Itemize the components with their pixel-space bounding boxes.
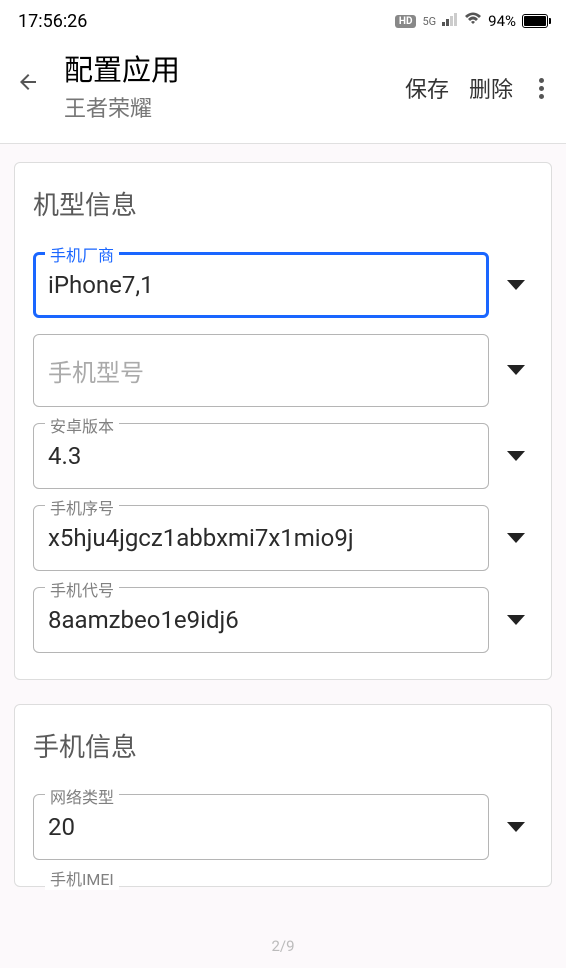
serial-label: 手机序号 xyxy=(45,495,119,519)
imei-label: 手机IMEI xyxy=(45,866,119,890)
save-button[interactable]: 保存 xyxy=(405,72,449,104)
wifi-icon xyxy=(464,12,482,30)
serial-dropdown-icon[interactable] xyxy=(507,533,525,543)
nettype-row: 网络类型 20 xyxy=(33,794,533,860)
codename-row: 手机代号 8aamzbeo1e9idj6 xyxy=(33,587,533,653)
page-title: 配置应用 xyxy=(64,54,405,89)
phone-info-title: 手机信息 xyxy=(33,727,533,764)
device-info-title: 机型信息 xyxy=(33,185,533,222)
vendor-label: 手机厂商 xyxy=(45,242,119,266)
nettype-dropdown-icon[interactable] xyxy=(507,822,525,832)
delete-button[interactable]: 删除 xyxy=(469,72,513,104)
page-subtitle: 王者荣耀 xyxy=(64,91,405,123)
vendor-row: 手机厂商 iPhone7,1 xyxy=(33,252,533,318)
signal-icon xyxy=(442,12,458,30)
battery-icon xyxy=(522,14,548,28)
codename-dropdown-icon[interactable] xyxy=(507,615,525,625)
page-indicator: 2/9 xyxy=(271,937,294,955)
vendor-dropdown-icon[interactable] xyxy=(507,280,525,290)
status-time: 17:56:26 xyxy=(18,11,87,32)
android-label: 安卓版本 xyxy=(45,413,119,437)
app-header: 配置应用 王者荣耀 保存 删除 xyxy=(0,42,566,144)
more-menu-button[interactable] xyxy=(533,78,550,99)
model-dropdown-icon[interactable] xyxy=(507,365,525,375)
android-row: 安卓版本 4.3 xyxy=(33,423,533,489)
content-area: 机型信息 手机厂商 iPhone7,1 手机型号 安卓版本 4.3 手机序号 xyxy=(0,144,566,968)
nettype-label: 网络类型 xyxy=(45,784,119,808)
network-label: 5G xyxy=(422,15,436,28)
android-dropdown-icon[interactable] xyxy=(507,451,525,461)
model-input[interactable]: 手机型号 xyxy=(33,334,489,407)
phone-info-card: 手机信息 网络类型 20 手机IMEI xyxy=(14,704,552,887)
status-bar: 17:56:26 HD 5G 94% xyxy=(0,0,566,42)
serial-row: 手机序号 x5hju4jgcz1abbxmi7x1mio9j xyxy=(33,505,533,571)
hd-icon: HD xyxy=(395,15,417,28)
device-info-card: 机型信息 手机厂商 iPhone7,1 手机型号 安卓版本 4.3 手机序号 xyxy=(14,162,552,680)
back-button[interactable] xyxy=(16,70,40,101)
status-right: HD 5G 94% xyxy=(395,12,548,30)
battery-pct: 94% xyxy=(488,12,516,30)
codename-label: 手机代号 xyxy=(45,577,119,601)
model-row: 手机型号 xyxy=(33,334,533,407)
